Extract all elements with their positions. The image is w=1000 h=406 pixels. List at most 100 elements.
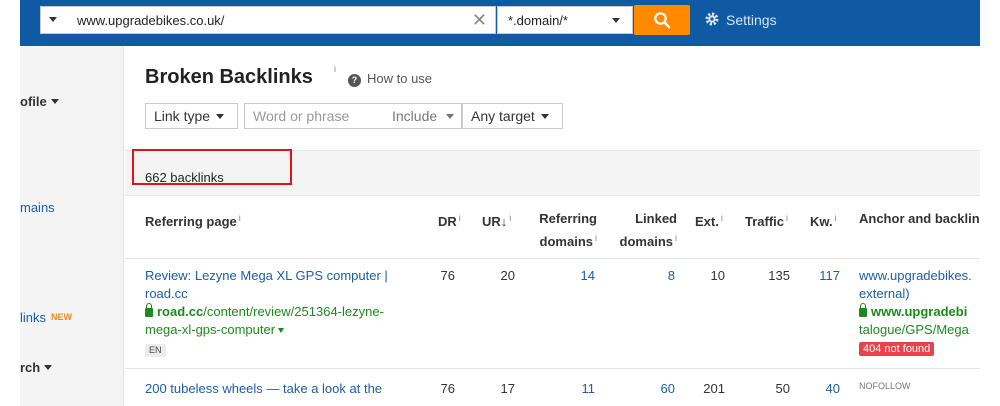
settings-link[interactable]: Settings <box>704 11 777 28</box>
lock-icon <box>859 303 867 317</box>
status-badge: 404 not found <box>859 342 935 356</box>
sort-desc-icon: ↓ <box>500 214 508 229</box>
how-to-use-label: How to use <box>367 71 433 86</box>
mode-select-value: *.domain/* <box>508 13 568 28</box>
sidebar-item-label: ofile <box>20 94 47 109</box>
info-icon[interactable]: i <box>786 213 788 223</box>
nofollow-badge: NOFOLLOW <box>859 381 911 391</box>
sidebar-item-label: links <box>20 310 47 325</box>
traffic-value: 135 <box>768 268 790 283</box>
column-header-label: UR <box>482 214 501 229</box>
protocol-dropdown-caret-icon[interactable] <box>49 17 57 22</box>
anchor-text-continued: external) <box>859 286 910 301</box>
column-header-label: Kw. <box>810 214 833 229</box>
gear-icon <box>705 12 719 26</box>
referring-domains-link[interactable]: 11 <box>545 381 596 396</box>
traffic-value: 50 <box>775 381 790 396</box>
sidebar-item-search[interactable]: rch <box>20 360 53 375</box>
url-input[interactable]: www.upgradebikes.co.uk/ ✕ <box>40 6 496 34</box>
sidebar-item-label: rch <box>20 360 41 375</box>
chevron-down-icon <box>612 18 620 23</box>
anchor-text-link[interactable]: www.upgradebikes. <box>859 267 980 285</box>
column-header-ext[interactable]: Ext. i <box>695 209 723 231</box>
link-type-label: Link type <box>154 108 211 124</box>
referring-domains-link[interactable]: 14 <box>545 267 595 285</box>
info-icon[interactable]: i <box>675 233 677 243</box>
backlink-path[interactable]: talogue/GPS/Mega <box>859 321 980 339</box>
column-header-referring-domains[interactable]: Referring domains i <box>535 209 597 251</box>
column-header-label: Traffic <box>745 214 785 229</box>
row-divider <box>125 368 980 369</box>
sidebar-item-links[interactable]: links NEW <box>20 310 72 325</box>
linked-domains-link[interactable]: 60 <box>625 381 675 396</box>
sidebar-item-label: mains <box>20 200 55 215</box>
mode-select[interactable]: *.domain/* <box>497 6 633 34</box>
column-header-kw[interactable]: Kw. i <box>810 209 837 231</box>
column-header-referring-page[interactable]: Referring page i <box>145 209 241 231</box>
info-icon[interactable]: i <box>334 64 336 74</box>
phrase-placeholder: Word or phrase <box>253 108 350 124</box>
linked-domains-link[interactable]: 8 <box>625 267 675 285</box>
column-header-label: domains <box>619 234 673 249</box>
main-content: Broken Backlinks i ? How to use Link type… <box>125 46 980 406</box>
column-header-traffic[interactable]: Traffic i <box>745 209 788 231</box>
header-divider <box>125 258 980 259</box>
info-icon[interactable]: i <box>509 213 511 223</box>
chevron-down-icon <box>44 365 53 370</box>
search-icon <box>654 12 671 29</box>
include-dropdown[interactable]: Include <box>392 104 437 128</box>
column-header-label: Ext. <box>695 214 719 229</box>
chevron-down-icon <box>446 114 454 119</box>
referring-page-title-link[interactable]: Review: Lezyne Mega XL GPS computer | ro… <box>145 267 413 303</box>
info-icon[interactable]: i <box>835 213 837 223</box>
ur-value: 17 <box>500 381 515 396</box>
backlink-domain-link[interactable]: www.upgradebi <box>871 304 967 319</box>
column-header-anchor[interactable]: Anchor and backlink <box>859 209 980 228</box>
column-header-label: Linked <box>635 211 677 226</box>
referring-page-url-link[interactable]: road.cc/content/review/251364-lezyne-meg… <box>145 303 413 339</box>
column-header-label: Referring page <box>145 214 237 229</box>
link-type-dropdown[interactable]: Link type <box>145 103 238 129</box>
column-header-label: Referring <box>539 211 597 226</box>
target-dropdown[interactable]: Any target <box>462 103 563 129</box>
chevron-down-icon[interactable] <box>278 328 285 333</box>
info-icon[interactable]: i <box>595 233 597 243</box>
dr-value: 76 <box>440 268 455 283</box>
top-bar: www.upgradebikes.co.uk/ ✕ *.domain/* Set… <box>20 0 980 46</box>
dr-value: 76 <box>440 381 455 396</box>
chevron-down-icon <box>50 99 59 104</box>
chevron-down-icon <box>540 114 549 119</box>
url-input-value: www.upgradebikes.co.uk/ <box>77 13 225 28</box>
info-icon[interactable]: i <box>459 213 461 223</box>
phrase-input[interactable]: Word or phrase Include <box>244 103 462 129</box>
column-header-linked-domains[interactable]: Linked domains i <box>613 209 677 251</box>
lock-icon <box>145 303 153 317</box>
ext-value: 10 <box>710 268 725 283</box>
highlight-box <box>132 149 292 185</box>
table-row: Review: Lezyne Mega XL GPS computer | ro… <box>145 267 413 358</box>
keywords-link[interactable]: 40 <box>800 381 840 396</box>
language-badge: EN <box>145 344 166 357</box>
how-to-use-link[interactable]: ? How to use <box>348 71 432 87</box>
search-button[interactable] <box>634 5 690 35</box>
sidebar-item-profile[interactable]: ofile <box>20 94 59 109</box>
close-icon[interactable]: ✕ <box>472 11 487 29</box>
column-header-label: DR <box>438 214 457 229</box>
sidebar: ofile mains links NEW rch <box>20 46 124 406</box>
column-header-ur[interactable]: UR↓ i <box>482 209 511 231</box>
referring-page-title-link[interactable]: 200 tubeless wheels — take a look at the <box>145 381 413 396</box>
chevron-down-icon <box>216 114 225 119</box>
anchor-cell: www.upgradebikes. external) www.upgradeb… <box>859 267 980 357</box>
referring-page-domain: road.cc <box>157 304 204 319</box>
column-header-dr[interactable]: DR i <box>438 209 461 231</box>
settings-label: Settings <box>726 12 777 28</box>
ur-value: 20 <box>500 268 515 283</box>
info-icon[interactable]: i <box>721 213 723 223</box>
page-title: Broken Backlinks <box>145 66 313 88</box>
info-icon[interactable]: i <box>239 213 241 223</box>
ext-value: 201 <box>703 381 725 396</box>
keywords-link[interactable]: 117 <box>800 267 840 285</box>
sidebar-item-domains[interactable]: mains <box>20 200 55 215</box>
target-label: Any target <box>471 108 535 124</box>
help-icon: ? <box>348 74 361 87</box>
